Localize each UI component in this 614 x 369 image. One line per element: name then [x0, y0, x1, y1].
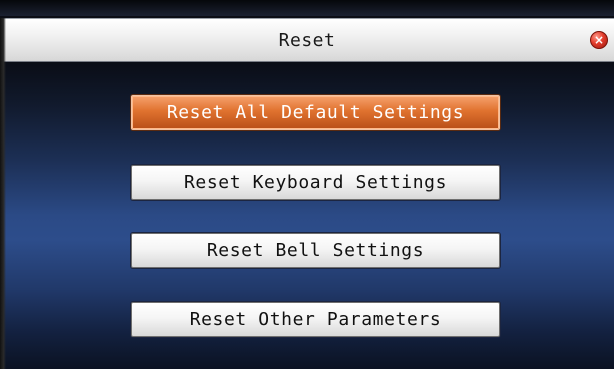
page-title: Reset	[278, 29, 336, 51]
close-icon[interactable]: ×	[590, 31, 608, 49]
top-strip	[0, 0, 614, 16]
reset-keyboard-settings-button[interactable]: Reset Keyboard Settings	[131, 165, 500, 200]
reset-other-parameters-button[interactable]: Reset Other Parameters	[131, 302, 500, 337]
reset-all-default-settings-button[interactable]: Reset All Default Settings	[131, 95, 500, 130]
title-bar: Reset ×	[0, 18, 614, 62]
screen-left-edge	[0, 18, 6, 369]
reset-bell-settings-button[interactable]: Reset Bell Settings	[131, 233, 500, 268]
